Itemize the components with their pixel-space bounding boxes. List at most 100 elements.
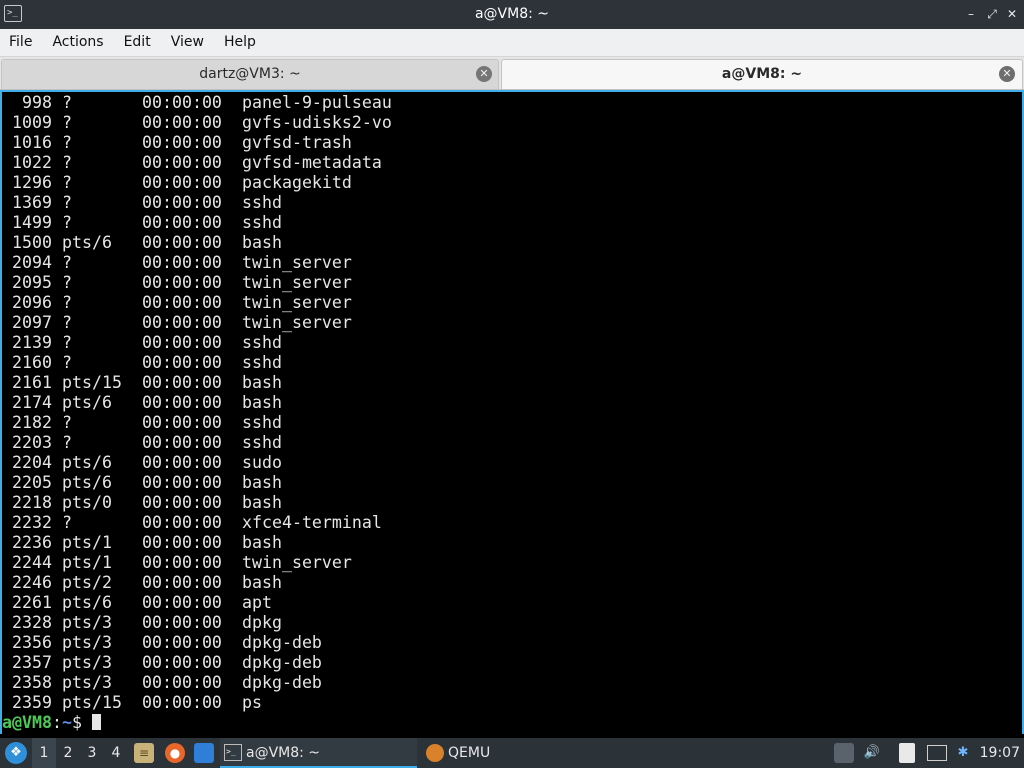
prompt-separator: :: [51, 713, 62, 732]
process-pid: 2174: [12, 393, 52, 412]
process-row: 2097? 00:00:00 twin_server: [2, 313, 392, 333]
workspace-4[interactable]: 4: [104, 738, 128, 768]
process-pid: 1022: [12, 153, 52, 172]
maximize-icon[interactable]: ⤢: [983, 5, 1001, 23]
process-time: 00:00:00: [142, 473, 222, 492]
task-terminal[interactable]: >_ a@VM8: ~: [220, 738, 417, 768]
process-row: 1369? 00:00:00 sshd: [2, 193, 392, 213]
removable-media-icon[interactable]: [834, 743, 854, 763]
process-tty: ?: [62, 413, 72, 432]
update-notifier-icon[interactable]: ✱: [953, 743, 973, 763]
process-time: 00:00:00: [142, 453, 222, 472]
clipboard-icon[interactable]: [899, 743, 915, 763]
process-command: gvfsd-metadata: [242, 153, 382, 172]
process-row: 1499? 00:00:00 sshd: [2, 213, 392, 233]
process-row: 2358 pts/3 00:00:00 dpkg-deb: [2, 673, 392, 693]
tab-bar: dartz@VM3: ~ ✕ a@VM8: ~ ✕: [0, 57, 1024, 90]
process-row: 2236 pts/1 00:00:00 bash: [2, 533, 392, 553]
workspace-1[interactable]: 1: [32, 738, 56, 768]
process-row: 2246 pts/2 00:00:00 bash: [2, 573, 392, 593]
process-tty: ?: [62, 293, 72, 312]
menu-edit[interactable]: Edit: [115, 29, 159, 56]
process-command: apt: [242, 593, 272, 612]
menu-help[interactable]: Help: [215, 29, 264, 56]
process-tty: ?: [62, 253, 72, 272]
process-tty: ?: [62, 173, 72, 192]
process-time: 00:00:00: [142, 313, 222, 332]
process-tty: pts/15: [62, 693, 122, 712]
process-row: 2218 pts/0 00:00:00 bash: [2, 493, 392, 513]
tab-label: a@VM8: ~: [721, 66, 803, 82]
network-icon[interactable]: [927, 745, 947, 761]
task-label: QEMU: [448, 745, 491, 761]
process-pid: 1296: [12, 173, 52, 192]
minimize-icon[interactable]: –: [962, 5, 980, 23]
workspace-3[interactable]: 3: [80, 738, 104, 768]
process-command: dpkg-deb: [242, 653, 322, 672]
process-command: dpkg-deb: [242, 673, 322, 692]
process-pid: 2246: [12, 573, 52, 592]
process-row: 2356 pts/3 00:00:00 dpkg-deb: [2, 633, 392, 653]
process-row: 2203? 00:00:00 sshd: [2, 433, 392, 453]
window-title: a@VM8: ~: [474, 6, 550, 22]
menu-view[interactable]: View: [162, 29, 212, 56]
clock[interactable]: 19:07: [980, 738, 1020, 768]
process-row: 2204 pts/6 00:00:00 sudo: [2, 453, 392, 473]
firefox-icon[interactable]: ●: [165, 743, 185, 763]
process-tty: pts/6: [62, 393, 112, 412]
workspace-2[interactable]: 2: [56, 738, 80, 768]
process-pid: 1500: [12, 233, 52, 252]
process-row: 2232? 00:00:00 xfce4-terminal: [2, 513, 392, 533]
desktop-icon[interactable]: [194, 743, 214, 763]
process-tty: ?: [62, 153, 72, 172]
process-command: gvfsd-trash: [242, 133, 352, 152]
process-pid: 2357: [12, 653, 52, 672]
process-command: sshd: [242, 413, 282, 432]
process-command: bash: [242, 473, 282, 492]
process-pid: 2095: [12, 273, 52, 292]
process-row: 1016? 00:00:00 gvfsd-trash: [2, 133, 392, 153]
process-tty: pts/3: [62, 673, 112, 692]
process-time: 00:00:00: [142, 393, 222, 412]
shell-prompt[interactable]: a@VM8:~$: [2, 713, 392, 733]
menu-actions[interactable]: Actions: [43, 29, 111, 56]
process-command: sshd: [242, 213, 282, 232]
process-tty: ?: [62, 213, 72, 232]
tab-label: dartz@VM3: ~: [199, 66, 301, 82]
prompt-symbol: $: [71, 713, 82, 732]
process-command: twin_server: [242, 313, 352, 332]
process-time: 00:00:00: [142, 693, 222, 712]
process-command: sshd: [242, 333, 282, 352]
process-row: 2161 pts/15 00:00:00 bash: [2, 373, 392, 393]
process-time: 00:00:00: [142, 193, 222, 212]
volume-icon[interactable]: 🔊: [862, 743, 882, 763]
process-command: bash: [242, 373, 282, 392]
process-time: 00:00:00: [142, 593, 222, 612]
tab-a-vm8[interactable]: a@VM8: ~ ✕: [501, 59, 1023, 89]
process-time: 00:00:00: [142, 533, 222, 552]
process-pid: 2232: [12, 513, 52, 532]
process-tty: pts/0: [62, 493, 112, 512]
process-command: gvfs-udisks2-vo: [242, 113, 392, 132]
process-tty: pts/15: [62, 373, 122, 392]
process-time: 00:00:00: [142, 553, 222, 572]
tab-close-icon[interactable]: ✕: [476, 66, 492, 82]
tab-close-icon[interactable]: ✕: [999, 66, 1015, 82]
terminal-output[interactable]: 998? 00:00:00 panel-9-pulseau 1009? 00:00:00…: [0, 90, 1024, 734]
process-command: bash: [242, 573, 282, 592]
prompt-user-host: a@VM8: [2, 713, 52, 732]
app-menu-icon[interactable]: ❖: [5, 742, 27, 764]
file-manager-icon[interactable]: ≡: [134, 743, 154, 763]
process-time: 00:00:00: [142, 673, 222, 692]
process-pid: 2205: [12, 473, 52, 492]
task-qemu[interactable]: QEMU: [422, 738, 542, 768]
menu-file[interactable]: File: [0, 29, 40, 56]
process-command: sshd: [242, 353, 282, 372]
process-tty: ?: [62, 193, 72, 212]
process-row: 1500 pts/6 00:00:00 bash: [2, 233, 392, 253]
tab-dartz-vm3[interactable]: dartz@VM3: ~ ✕: [1, 59, 499, 89]
process-row: 2139? 00:00:00 sshd: [2, 333, 392, 353]
close-icon[interactable]: ✕: [1003, 5, 1021, 23]
window-titlebar[interactable]: >_ a@VM8: ~ – ⤢ ✕: [0, 0, 1024, 29]
process-row: 2357 pts/3 00:00:00 dpkg-deb: [2, 653, 392, 673]
